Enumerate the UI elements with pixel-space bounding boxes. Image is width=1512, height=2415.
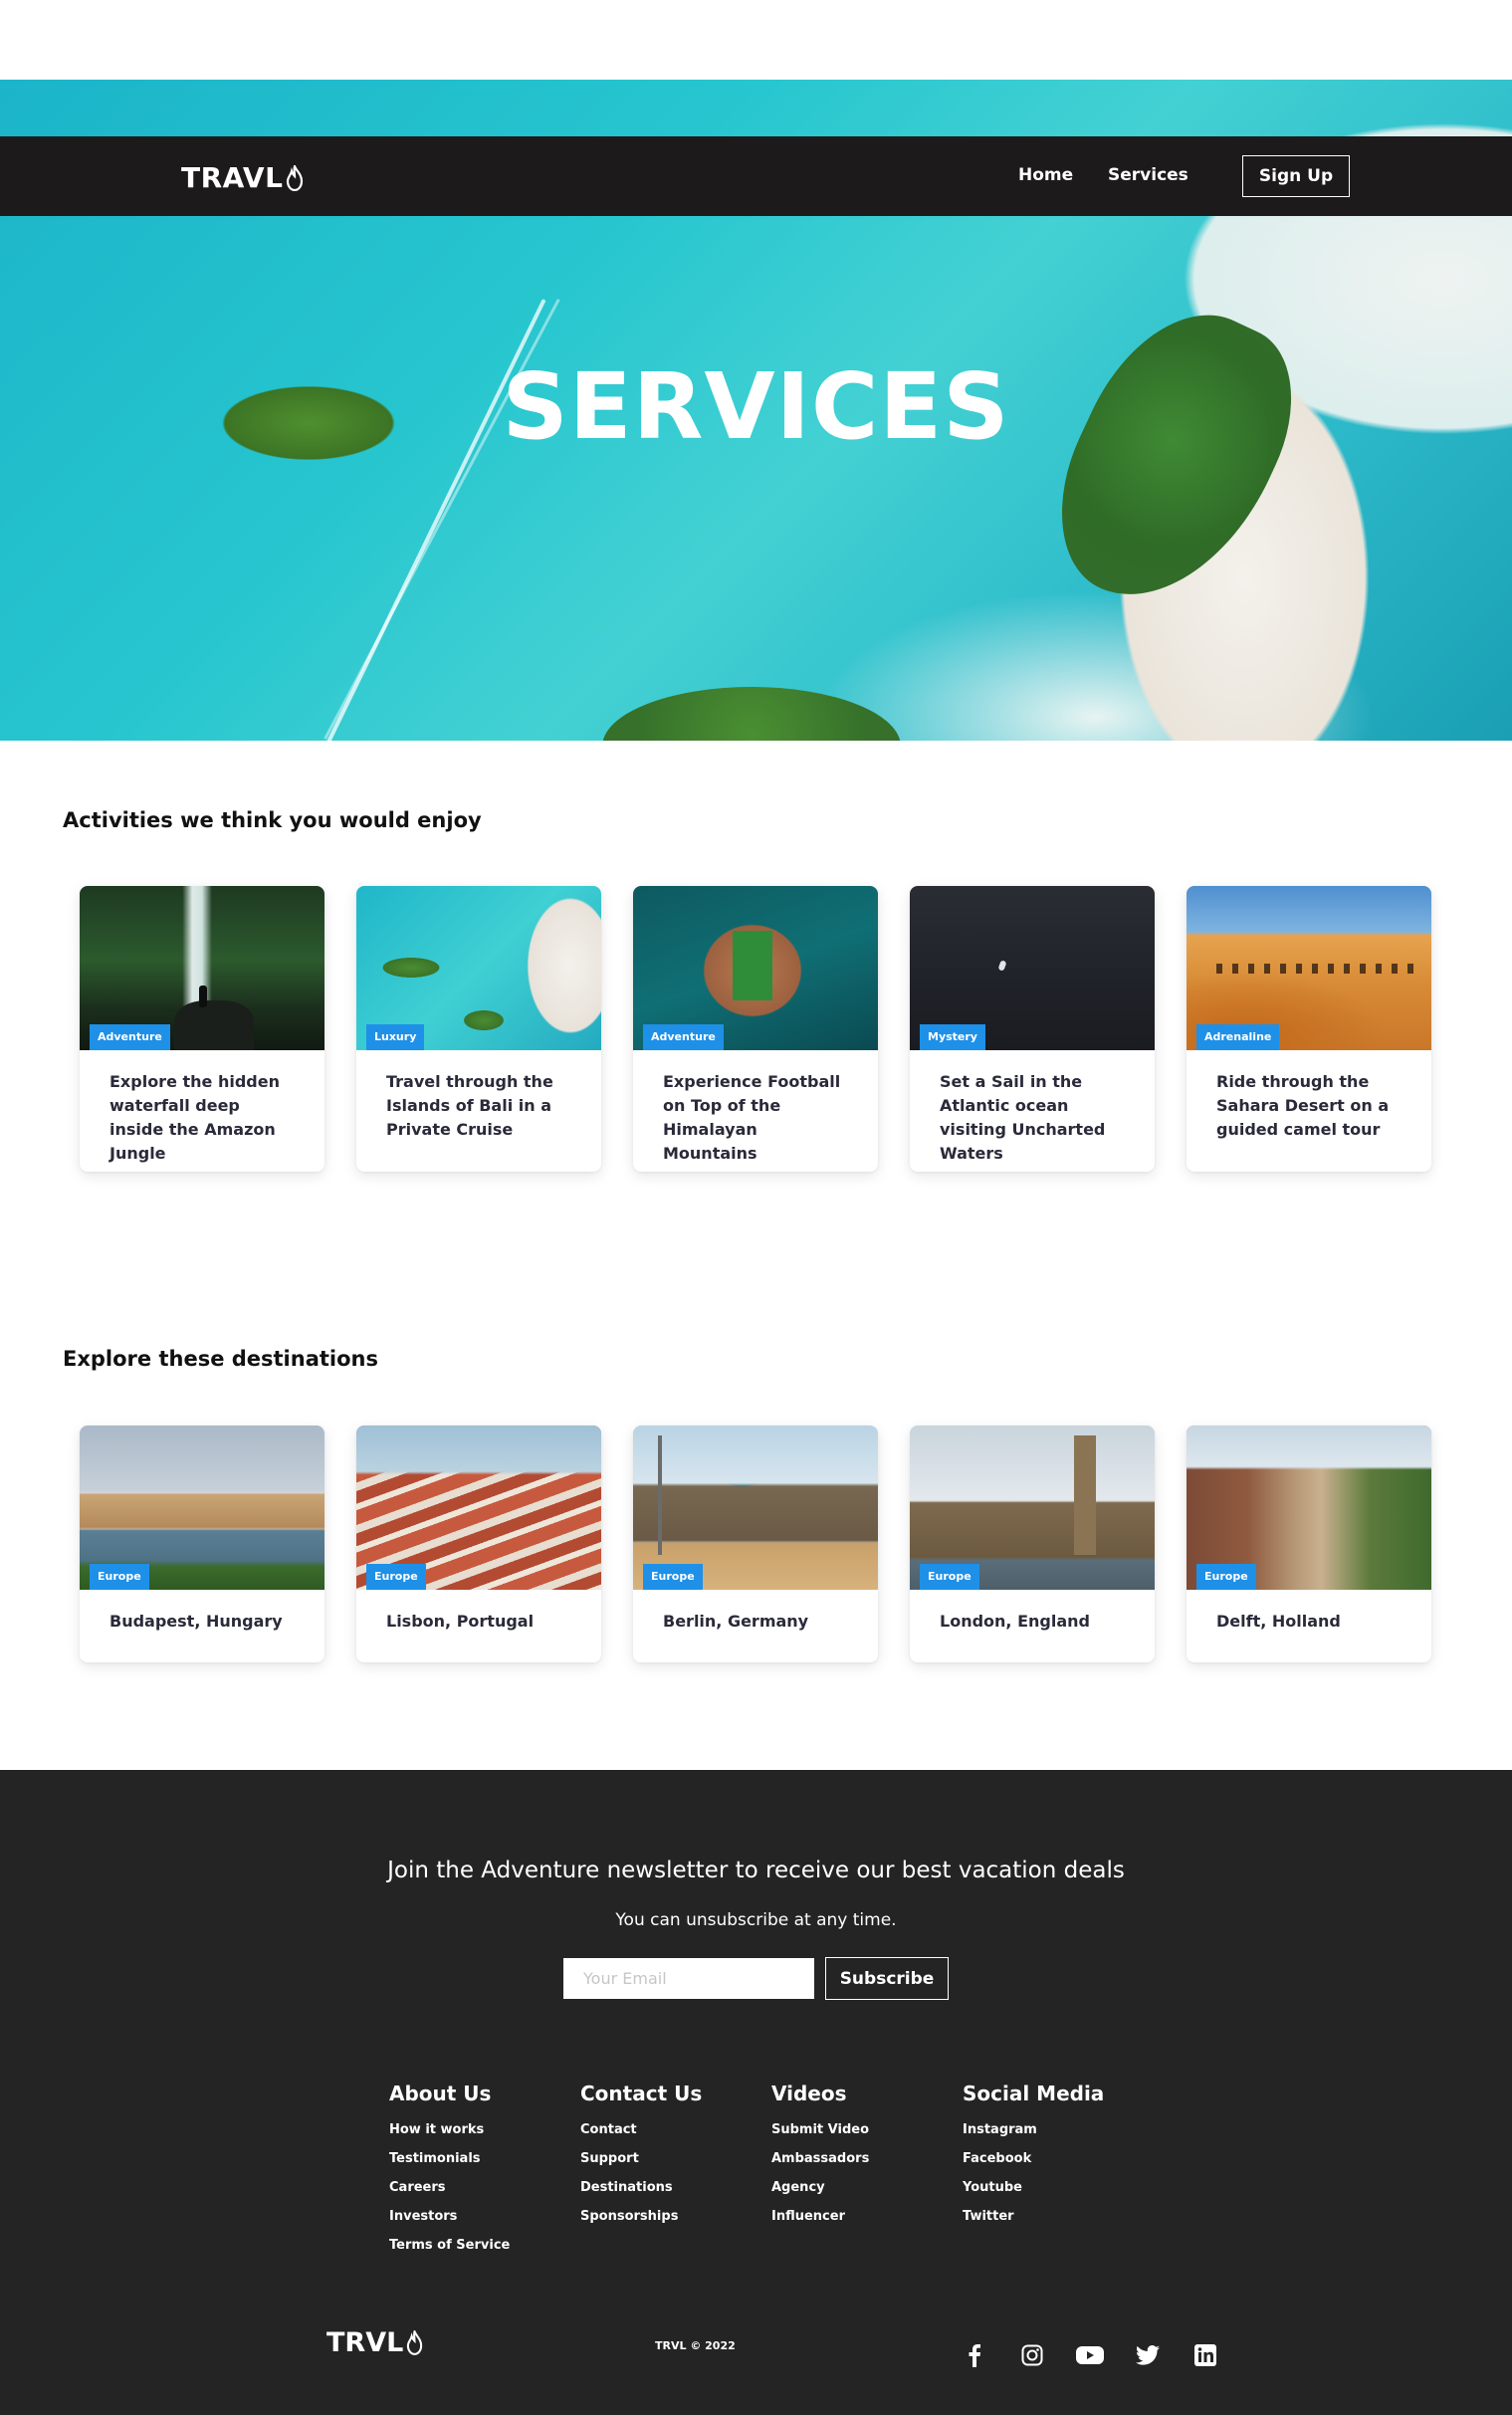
region-tag: Europe [920,1564,979,1590]
card-title: Ride through the Sahara Desert on a guid… [1216,1072,1390,1139]
football-field-image: Adventure [633,886,878,1050]
activity-card[interactable]: Adventure Experience Football on Top of … [633,886,878,1172]
region-tag: Europe [366,1564,426,1590]
category-tag: Luxury [366,1024,425,1050]
destination-card[interactable]: Europe Lisbon, Portugal [356,1426,601,1662]
youtube-icon[interactable] [1073,2340,1107,2370]
ocean-image: Mystery [910,886,1155,1050]
hero-title: SERVICES [502,353,1010,460]
activities-title: Activities we think you would enjoy [63,808,482,832]
footer-link[interactable]: Twitter [963,2208,1104,2225]
category-tag: Adventure [90,1024,170,1050]
footer-link[interactable]: Support [580,2150,702,2167]
footer-link[interactable]: Instagram [963,2121,1104,2138]
destination-card[interactable]: Europe Delft, Holland [1187,1426,1431,1662]
footer-logo[interactable]: TRVL [326,2327,423,2358]
card-title: London, England [940,1612,1090,1631]
destinations-title: Explore these destinations [63,1347,378,1371]
activity-card[interactable]: Mystery Set a Sail in the Atlantic ocean… [910,886,1155,1172]
subscribe-button[interactable]: Subscribe [825,1957,949,2000]
navbar: TRAVL Home Services Sign Up [0,136,1512,216]
linkedin-icon[interactable] [1188,2340,1222,2370]
person-shape [199,986,207,1007]
footer-link[interactable]: Investors [389,2208,510,2225]
newsletter-title: Join the Adventure newsletter to receive… [387,1858,1125,1883]
footer-link[interactable]: How it works [389,2121,510,2138]
footer-heading: Social Media [963,2082,1105,2105]
delft-image: Europe [1187,1426,1431,1590]
category-tag: Mystery [920,1024,985,1050]
footer-heading: Videos [771,2082,847,2105]
destination-cards: Europe Budapest, Hungary Europe Lisbon, … [80,1426,1431,1662]
logo-text: TRAVL [181,161,284,194]
flame-icon [287,164,304,191]
logo[interactable]: TRAVL [181,161,304,194]
footer-link[interactable]: Terms of Service [389,2237,510,2254]
footer-link[interactable]: Youtube [963,2179,1104,2196]
twitter-icon[interactable] [1131,2340,1165,2370]
region-tag: Europe [90,1564,149,1590]
card-title: Berlin, Germany [663,1612,809,1631]
card-title: Experience Football on Top of the Himala… [663,1072,841,1163]
nav-services-link[interactable]: Services [1108,165,1188,185]
island-image [602,687,901,741]
footer-logo-text: TRVL [326,2327,404,2358]
footer-link[interactable]: Influencer [771,2208,869,2225]
london-image: Europe [910,1426,1155,1590]
desert-image: Adrenaline [1187,886,1431,1050]
instagram-icon[interactable] [1015,2340,1049,2370]
footer-column-about: About Us How it works Testimonials Caree… [389,2082,510,2266]
region-tag: Europe [1196,1564,1256,1590]
bali-islands-image: Luxury [356,886,601,1050]
footer-link[interactable]: Facebook [963,2150,1104,2167]
waterfall-image: Adventure [80,886,324,1050]
destination-card[interactable]: Europe Budapest, Hungary [80,1426,324,1662]
boat-shape [997,960,1007,972]
footer: Join the Adventure newsletter to receive… [0,1770,1512,2415]
lisbon-image: Europe [356,1426,601,1590]
email-input[interactable] [563,1958,814,1999]
destination-card[interactable]: Europe London, England [910,1426,1155,1662]
footer-heading: Contact Us [580,2082,703,2105]
footer-column-social: Social Media Instagram Facebook Youtube … [963,2082,1104,2237]
footer-link[interactable]: Ambassadors [771,2150,869,2167]
social-icons [958,2340,1222,2370]
facebook-icon[interactable] [958,2340,991,2370]
footer-heading: About Us [389,2082,492,2105]
category-tag: Adrenaline [1196,1024,1280,1050]
card-title: Set a Sail in the Atlantic ocean visitin… [940,1072,1106,1163]
footer-link[interactable]: Contact [580,2121,702,2138]
nav-home-link[interactable]: Home [1018,165,1073,185]
newsletter-subtitle: You can unsubscribe at any time. [615,1910,897,1930]
card-title: Lisbon, Portugal [386,1612,535,1631]
flame-icon [407,2330,423,2355]
footer-link[interactable]: Agency [771,2179,869,2196]
signup-button[interactable]: Sign Up [1242,155,1350,197]
camels-shape [1216,964,1415,974]
region-tag: Europe [643,1564,703,1590]
budapest-image: Europe [80,1426,324,1590]
footer-link[interactable]: Testimonials [389,2150,510,2167]
activity-card[interactable]: Adrenaline Ride through the Sahara Deser… [1187,886,1431,1172]
footer-link[interactable]: Destinations [580,2179,702,2196]
rock-shape [174,1000,254,1050]
footer-column-videos: Videos Submit Video Ambassadors Agency I… [771,2082,869,2237]
card-title: Delft, Holland [1216,1612,1341,1631]
tv-tower-shape [658,1435,662,1555]
category-tag: Adventure [643,1024,724,1050]
destination-card[interactable]: Europe Berlin, Germany [633,1426,878,1662]
footer-link[interactable]: Submit Video [771,2121,869,2138]
card-title: Budapest, Hungary [109,1612,283,1631]
footer-column-contact: Contact Us Contact Support Destinations … [580,2082,702,2237]
copyright-text: TRVL © 2022 [655,2339,736,2352]
card-title: Explore the hidden waterfall deep inside… [109,1072,280,1163]
clock-tower-shape [1074,1435,1096,1555]
activity-card[interactable]: Adventure Explore the hidden waterfall d… [80,886,324,1172]
berlin-image: Europe [633,1426,878,1590]
activities-cards: Adventure Explore the hidden waterfall d… [80,886,1431,1172]
footer-link[interactable]: Careers [389,2179,510,2196]
card-title: Travel through the Islands of Bali in a … [386,1072,553,1139]
footer-link[interactable]: Sponsorships [580,2208,702,2225]
activity-card[interactable]: Luxury Travel through the Islands of Bal… [356,886,601,1172]
